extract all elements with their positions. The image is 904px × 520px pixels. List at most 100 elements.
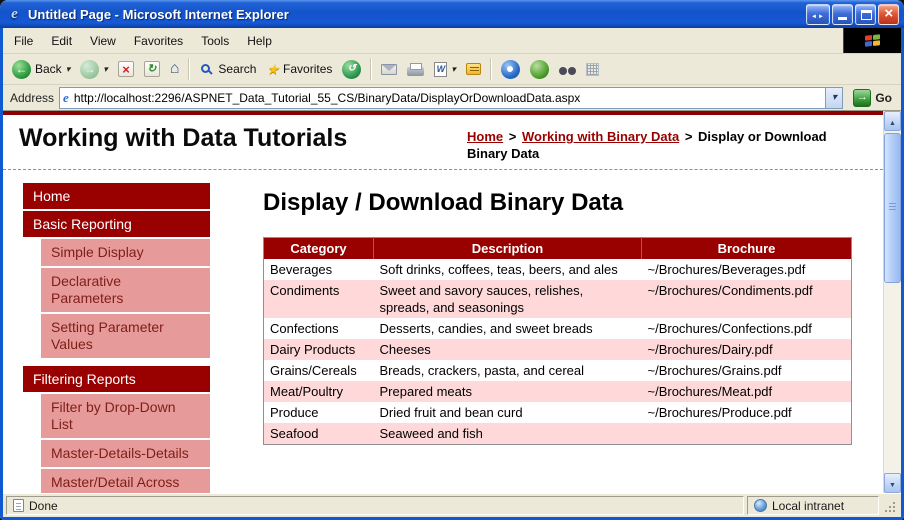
menu-view[interactable]: View [81, 28, 125, 53]
find-button[interactable] [554, 61, 581, 78]
grip-dots-icon [893, 510, 895, 512]
scroll-thumb[interactable] [884, 133, 901, 283]
forward-button[interactable] [75, 58, 113, 81]
category-cell: Confections [264, 318, 374, 339]
menu-edit[interactable]: Edit [42, 28, 81, 53]
description-cell: Soft drinks, coffees, teas, beers, and a… [374, 259, 642, 280]
stop-button[interactable] [113, 59, 139, 79]
messenger-button[interactable] [496, 58, 525, 81]
sidebar-nav: Home Basic Reporting Simple Display Decl… [23, 183, 210, 493]
mail-button[interactable] [376, 62, 402, 77]
window-nav-button[interactable] [806, 4, 830, 25]
main-content: Display / Download Binary Data Category … [210, 183, 883, 493]
binoculars-icon [559, 67, 576, 76]
sidebar-item-master-detail-two-pages[interactable]: Master/Detail Across Two Pages [41, 469, 210, 493]
window-controls [806, 4, 899, 25]
search-icon [201, 64, 210, 73]
address-box [59, 87, 843, 109]
home-button[interactable] [165, 59, 185, 79]
print-button[interactable] [402, 60, 429, 78]
column-header-description: Description [374, 238, 642, 260]
go-button[interactable]: Go [848, 89, 897, 107]
description-cell: Seaweed and fish [374, 423, 642, 445]
brand-box [843, 28, 901, 53]
menu-bar: File Edit View Favorites Tools Help [3, 28, 901, 54]
table-row: Meat/Poultry Prepared meats ~/Brochures/… [264, 381, 852, 402]
close-button[interactable] [878, 4, 899, 25]
category-cell: Dairy Products [264, 339, 374, 360]
address-dropdown-button[interactable] [825, 88, 842, 108]
vertical-scrollbar[interactable] [883, 111, 901, 493]
word-icon [434, 62, 447, 77]
stop-icon [118, 61, 134, 77]
minimize-icon [838, 17, 847, 20]
window-title: Untitled Page - Microsoft Internet Explo… [28, 7, 806, 22]
window-frame: File Edit View Favorites Tools Help Back [0, 28, 904, 520]
address-input[interactable] [72, 88, 826, 108]
search-label: Search [218, 62, 256, 76]
favorites-button[interactable]: Favorites [261, 60, 337, 78]
category-cell: Condiments [264, 280, 374, 318]
table-header-row: Category Description Brochure [264, 238, 852, 260]
category-cell: Meat/Poultry [264, 381, 374, 402]
description-cell: Desserts, candies, and sweet breads [374, 318, 642, 339]
scroll-down-button[interactable] [884, 473, 901, 493]
menu-favorites[interactable]: Favorites [125, 28, 192, 53]
sidebar-item-home[interactable]: Home [23, 183, 210, 209]
tiles-button[interactable] [581, 61, 604, 78]
sidebar-item-setting-parameter-values[interactable]: Setting Parameter Values [41, 314, 210, 358]
media-icon [530, 60, 549, 79]
sidebar-item-declarative-parameters[interactable]: Declarative Parameters [41, 268, 210, 312]
menu-tools[interactable]: Tools [192, 28, 238, 53]
brochure-cell [642, 423, 852, 445]
history-icon [342, 60, 361, 79]
brochure-cell: ~/Brochures/Condiments.pdf [642, 280, 852, 318]
go-icon [853, 89, 871, 107]
sidebar-item-filtering-reports[interactable]: Filtering Reports [23, 366, 210, 392]
menu-file[interactable]: File [5, 28, 42, 53]
media-button[interactable] [525, 58, 554, 81]
resize-grip[interactable] [882, 496, 898, 515]
description-cell: Breads, crackers, pasta, and cereal [374, 360, 642, 381]
close-icon [884, 5, 893, 23]
breadcrumb-link-home[interactable]: Home [467, 129, 503, 144]
content-title: Display / Download Binary Data [263, 189, 883, 217]
history-button[interactable] [337, 58, 366, 81]
print-icon [407, 67, 424, 76]
sidebar-item-master-details-details[interactable]: Master-Details-Details [41, 440, 210, 467]
star-icon [266, 62, 279, 76]
status-text: Done [29, 499, 58, 513]
discuss-button[interactable] [461, 61, 486, 77]
column-header-category: Category [264, 238, 374, 260]
menu-help[interactable]: Help [238, 28, 281, 53]
table-row: Seafood Seaweed and fish [264, 423, 852, 445]
table-row: Produce Dried fruit and bean curd ~/Broc… [264, 402, 852, 423]
zone-pane: Local intranet [747, 496, 879, 515]
minimize-button[interactable] [832, 4, 853, 25]
scroll-up-button[interactable] [884, 111, 901, 131]
sidebar-item-simple-display[interactable]: Simple Display [41, 239, 210, 266]
browser-viewport: Working with Data Tutorials Home > Worki… [3, 111, 901, 493]
brochure-cell: ~/Brochures/Dairy.pdf [642, 339, 852, 360]
refresh-button[interactable] [139, 59, 165, 79]
discuss-icon [466, 63, 481, 75]
windows-flag-icon [865, 34, 880, 47]
toolbar: Back Search Favorites [3, 54, 901, 85]
status-pane: Done [6, 496, 744, 515]
search-button[interactable]: Search [194, 60, 261, 79]
edit-word-button[interactable] [429, 60, 461, 79]
scroll-track[interactable] [884, 131, 901, 473]
titlebar[interactable]: Untitled Page - Microsoft Internet Explo… [0, 0, 904, 28]
status-bar: Done Local intranet [3, 493, 901, 517]
back-button[interactable]: Back [7, 58, 75, 81]
breadcrumb-link-section[interactable]: Working with Binary Data [522, 129, 679, 144]
breadcrumb: Home > Working with Binary Data > Displa… [467, 128, 865, 162]
sidebar-item-basic-reporting[interactable]: Basic Reporting [23, 211, 210, 237]
sidebar-item-filter-by-dropdown-list[interactable]: Filter by Drop-Down List [41, 394, 210, 438]
left-right-arrows-icon [811, 5, 825, 23]
zone-label: Local intranet [772, 499, 844, 513]
maximize-button[interactable] [855, 4, 876, 25]
go-label: Go [875, 91, 892, 105]
category-cell: Seafood [264, 423, 374, 445]
chevron-down-icon [103, 65, 108, 74]
